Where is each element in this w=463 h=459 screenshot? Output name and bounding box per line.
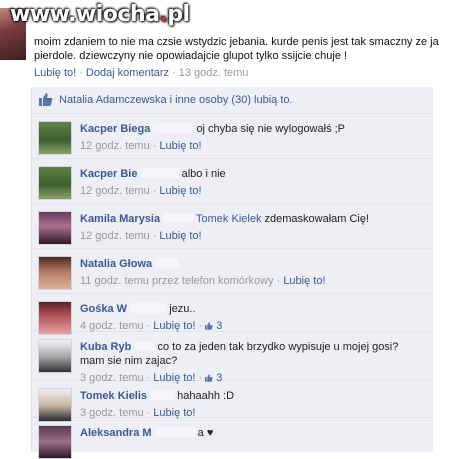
comment-author[interactable]: Tomek Kielis <box>80 390 147 402</box>
comment-time[interactable]: 11 godz. temu przez telefon komórkowy <box>80 275 274 287</box>
redaction-blur <box>163 213 194 223</box>
comment-like-link[interactable]: Lubię to! <box>159 230 201 242</box>
comment-like-link[interactable]: Lubię to! <box>159 140 201 152</box>
comment-text: albo i nie <box>181 168 226 180</box>
comment-text: jezu.. <box>169 303 196 315</box>
comment-like-link[interactable]: Lubię to! <box>283 275 325 287</box>
post-comment-link[interactable]: Dodaj komentarz <box>86 67 169 79</box>
comment-text: a ♥ <box>197 427 214 439</box>
redaction-blur <box>155 258 180 268</box>
post-like-link[interactable]: Lubię to! <box>34 67 76 79</box>
avatar[interactable] <box>38 166 72 200</box>
comment-item: Kamila Marysia Tomek Kielek zdemaskowała… <box>32 204 433 249</box>
post-meta: Lubię to! · Dodaj komentarz · 13 godz. temu <box>34 67 249 79</box>
comment-author[interactable]: Aleksandra M <box>80 427 152 439</box>
comment-item: Aleksandra M a ♥ <box>32 418 433 459</box>
comment-item: Kuba Ryb co to za jeden tak brzydko wypi… <box>32 332 433 384</box>
comment-item: Tomek Kielis hahaahh :D 3 godz. temu · Lub… <box>32 381 433 422</box>
thumbs-up-icon <box>205 322 213 330</box>
comment-author[interactable]: Kuba Ryb <box>80 341 131 353</box>
comment-like-count[interactable]: 3 <box>205 320 222 332</box>
comment-author[interactable]: Kamila Marysia <box>80 213 160 225</box>
comments-panel: Natalia Adamczewska i inne osoby (30) lu… <box>31 87 433 459</box>
redaction-blur <box>154 427 195 437</box>
comment-time[interactable]: 12 godz. temu <box>80 140 150 152</box>
comment-author[interactable]: Natalia Głowa <box>80 258 152 270</box>
post-time[interactable]: 13 godz. temu <box>179 67 249 79</box>
redaction-blur <box>130 303 167 313</box>
comment-author[interactable]: Kacper Biega <box>80 123 150 135</box>
comment-like-link[interactable]: Lubię to! <box>159 185 201 197</box>
avatar[interactable] <box>38 301 72 335</box>
avatar[interactable] <box>38 121 72 155</box>
avatar[interactable] <box>38 425 72 459</box>
avatar[interactable] <box>38 388 72 422</box>
comment-item: Natalia Głowa 11 godz. temu przez telefo… <box>32 249 433 294</box>
redaction-blur <box>134 341 155 351</box>
avatar[interactable] <box>38 211 72 245</box>
comment-item: Kacper Bie albo i nie 12 godz. temu · Lubi… <box>32 159 433 204</box>
comment-text: oj chyba się nie wylogowałś ;P <box>196 123 346 135</box>
comment-text: hahaahh :D <box>177 390 235 402</box>
avatar[interactable] <box>38 256 72 290</box>
post-text: moim zdaniem to nie ma czsie wstydzic je… <box>34 36 439 62</box>
comment-time[interactable]: 12 godz. temu <box>80 185 150 197</box>
redaction-blur <box>150 390 175 400</box>
watermark-logo: www.wiocha.pl <box>10 2 190 27</box>
tagged-user-link[interactable]: Tomek Kielek <box>196 213 261 225</box>
comment-item: Kacper Biega oj chyba się nie wylogowałś… <box>32 114 433 159</box>
likes-summary: Natalia Adamczewska i inne osoby (30) lu… <box>32 87 433 114</box>
thumbs-up-icon <box>39 93 53 106</box>
comment-text: zdemaskowałam Cię! <box>264 213 370 225</box>
avatar[interactable] <box>38 339 72 373</box>
redaction-blur <box>140 168 179 178</box>
comment-time[interactable]: 12 godz. temu <box>80 230 150 242</box>
likes-text[interactable]: Natalia Adamczewska i inne osoby (30) lu… <box>59 87 293 113</box>
comment-time[interactable]: 4 godz. temu <box>80 320 144 332</box>
comment-author[interactable]: Gośka W <box>80 303 127 315</box>
redaction-blur <box>153 123 194 133</box>
comment-like-link[interactable]: Lubię to! <box>153 320 195 332</box>
comment-item: Gośka W jezu.. 4 godz. temu · Lubię to! · 3 <box>32 294 433 335</box>
comment-author[interactable]: Kacper Bie <box>80 168 137 180</box>
